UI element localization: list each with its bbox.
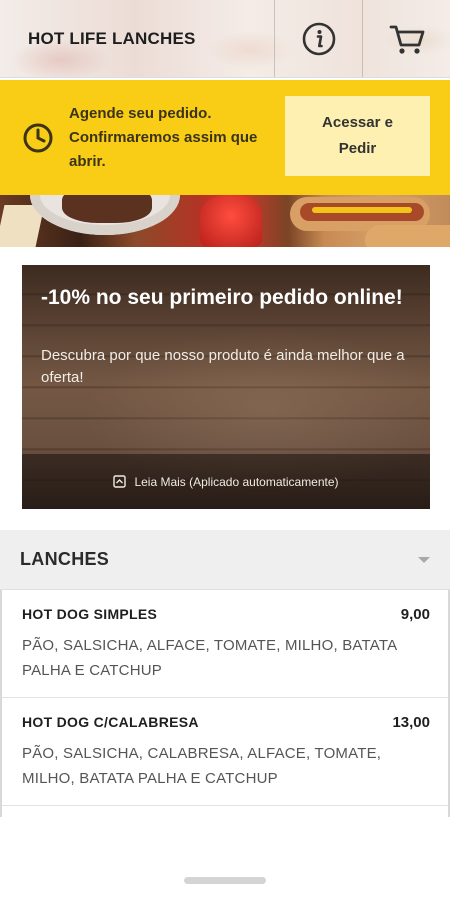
- schedule-message: Agende seu pedido. Confirmaremos assim q…: [69, 104, 258, 170]
- read-more-link[interactable]: Leia Mais (Aplicado automaticamente): [22, 454, 430, 509]
- item-name: HOT DOG C/CALABRESA: [22, 714, 199, 730]
- app-header: HOT LIFE LANCHES: [0, 0, 450, 78]
- item-price: 9,00: [400, 606, 430, 623]
- list-item[interactable]: HOT DOG C/CALABRESA 13,00 PÃO, SALSICHA,…: [2, 698, 448, 806]
- category-title: LANCHES: [20, 549, 110, 569]
- cart-icon: [389, 25, 424, 54]
- promo-title: -10% no seu primeiro pedido online!: [41, 286, 403, 309]
- chevron-down-icon: [418, 556, 430, 563]
- info-button[interactable]: [274, 0, 362, 77]
- access-and-order-button[interactable]: Acessar e Pedir: [285, 96, 430, 176]
- restaurant-title: HOT LIFE LANCHES: [28, 28, 196, 48]
- food-banner-image: [0, 195, 450, 247]
- item-price: 13,00: [392, 714, 430, 731]
- menu-list: HOT DOG SIMPLES 9,00 PÃO, SALSICHA, ALFA…: [0, 590, 450, 817]
- cart-button[interactable]: [362, 0, 450, 77]
- gesture-nav-handle[interactable]: [184, 877, 266, 884]
- read-more-label: Leia Mais (Aplicado automaticamente): [134, 474, 339, 489]
- promo-card[interactable]: -10% no seu primeiro pedido online! Desc…: [22, 265, 430, 509]
- clock-icon: [23, 123, 53, 152]
- expand-icon: [113, 475, 127, 488]
- list-item[interactable]: HOT DOG SIMPLES 9,00 PÃO, SALSICHA, ALFA…: [2, 590, 448, 698]
- item-description: PÃO, SALSICHA, CALABRESA, ALFACE, TOMATE…: [22, 745, 382, 787]
- item-description: PÃO, SALSICHA, ALFACE, TOMATE, MILHO, BA…: [22, 637, 397, 679]
- schedule-banner: Agende seu pedido. Confirmaremos assim q…: [0, 80, 450, 195]
- promo-description: Descubra por que nosso produto é ainda m…: [41, 347, 405, 386]
- item-name: HOT DOG SIMPLES: [22, 606, 158, 622]
- info-icon: [302, 22, 335, 55]
- category-header-lanches[interactable]: LANCHES: [0, 530, 450, 590]
